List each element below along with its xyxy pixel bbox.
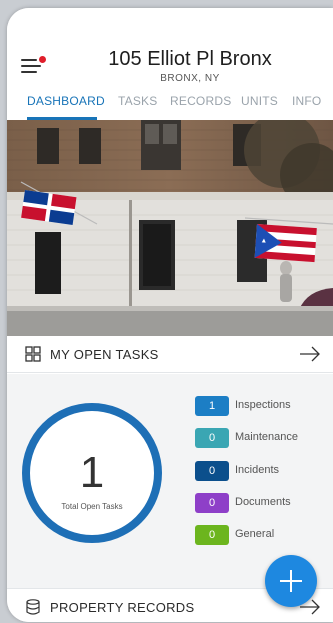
category-label: Maintenance <box>235 431 298 443</box>
header: 105 Elliot Pl Bronx BRONX, NY DASHBOARD … <box>7 8 333 120</box>
arrow-right-icon[interactable] <box>299 346 321 362</box>
category-count: 0 <box>195 428 229 448</box>
plus-icon <box>280 570 302 592</box>
category-count: 0 <box>195 461 229 481</box>
category-label: Documents <box>235 496 291 508</box>
app-screen: 105 Elliot Pl Bronx BRONX, NY DASHBOARD … <box>7 8 333 622</box>
tab-bar: DASHBOARD TASKS RECORDS UNITS INFO <box>7 94 333 120</box>
open-tasks-header[interactable]: MY OPEN TASKS <box>7 336 333 373</box>
category-label: General <box>235 528 275 540</box>
tab-tasks[interactable]: TASKS <box>118 94 157 108</box>
tab-units[interactable]: UNITS <box>241 94 278 108</box>
category-label: Incidents <box>235 464 280 476</box>
category-count: 0 <box>195 525 229 545</box>
total-tasks-ring: 1 Total Open Tasks <box>21 402 163 544</box>
open-tasks-title: MY OPEN TASKS <box>50 347 159 362</box>
tab-records[interactable]: RECORDS <box>170 94 231 108</box>
menu-icon[interactable] <box>21 54 46 74</box>
total-open-label: Total Open Tasks <box>61 502 123 511</box>
property-location: BRONX, NY <box>160 73 220 84</box>
property-title: 105 Elliot Pl Bronx <box>108 48 272 70</box>
total-open-count: 1 <box>79 448 105 497</box>
tab-dashboard[interactable]: DASHBOARD <box>27 94 105 108</box>
category-count: 0 <box>195 493 229 513</box>
grid-icon <box>25 346 41 362</box>
notification-dot <box>39 56 46 63</box>
add-fab-button[interactable] <box>265 555 317 607</box>
property-photo <box>7 120 333 336</box>
property-records-title: PROPERTY RECORDS <box>50 600 195 615</box>
category-label: Inspections <box>235 399 291 411</box>
category-count: 1 <box>195 396 229 416</box>
database-icon <box>26 599 40 615</box>
tab-info[interactable]: INFO <box>292 94 321 108</box>
